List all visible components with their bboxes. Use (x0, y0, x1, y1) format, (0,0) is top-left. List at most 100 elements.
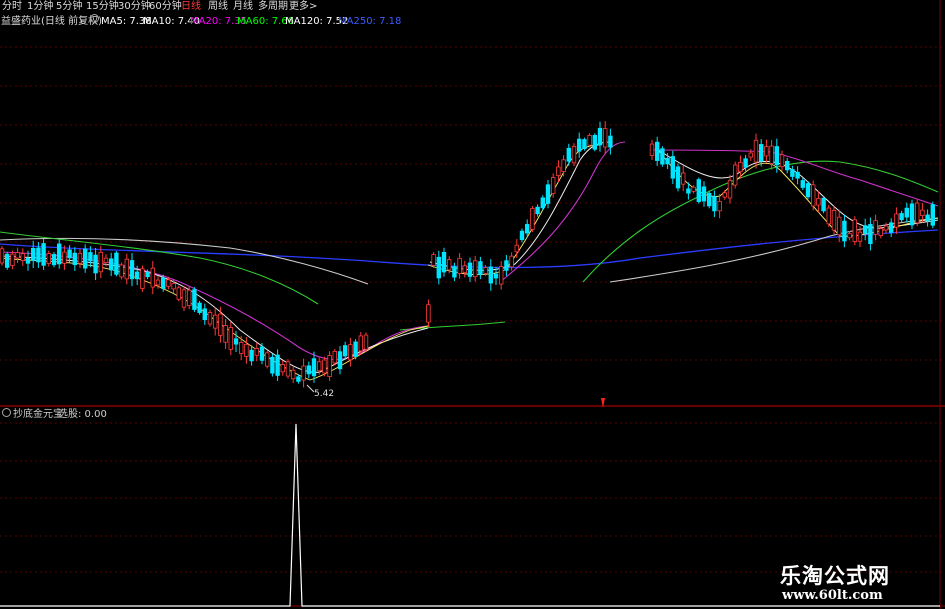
candle-body (530, 208, 535, 230)
candle-body (134, 271, 140, 280)
candle-body (551, 177, 556, 194)
candle-body (504, 260, 509, 271)
candle-body (899, 213, 904, 221)
candle-body (238, 342, 244, 354)
candle-body (176, 287, 181, 300)
candle-body (327, 355, 332, 377)
candle-body (764, 146, 769, 157)
candle-body (753, 139, 759, 163)
candle-body (878, 228, 883, 236)
candle-body (915, 202, 920, 224)
candle-body (186, 289, 192, 307)
candle-body (270, 356, 275, 374)
candle-body (285, 361, 291, 377)
candle-body (223, 325, 228, 343)
candle-body (883, 225, 889, 231)
candle-body (696, 179, 701, 202)
candle-body (493, 273, 499, 279)
candle-body (30, 248, 36, 261)
candle-body (863, 225, 868, 234)
candle-body (254, 348, 259, 356)
candle-body (446, 259, 452, 271)
candle-body (826, 207, 831, 225)
candle-body (51, 254, 57, 266)
candle-body (160, 277, 166, 289)
candle-body (348, 344, 353, 361)
candle-body (67, 249, 72, 259)
candle-body (743, 158, 748, 168)
candle-body (748, 152, 753, 158)
candle-body (280, 364, 285, 373)
candle-body (857, 231, 863, 242)
candle-body (436, 256, 441, 279)
candle-body (519, 230, 525, 241)
candle-body (342, 345, 348, 357)
candle-body (795, 171, 800, 179)
candle-body (249, 349, 254, 362)
candle-body (722, 192, 727, 198)
chart-canvas: 5.42 (0, 0, 945, 609)
candle-body (457, 257, 462, 274)
candle-body (873, 220, 878, 235)
candle-body (467, 262, 473, 277)
candle-body (582, 139, 587, 150)
candle-body (166, 279, 171, 287)
candle-body (20, 253, 25, 261)
candle-body (597, 127, 603, 146)
candle-body (36, 247, 41, 263)
candle-body (800, 180, 805, 188)
candle-body (426, 304, 431, 323)
watermark-title: 乐淘公式网 (780, 563, 890, 588)
candle-body (472, 260, 478, 278)
candle-body (83, 248, 88, 269)
main-grid (0, 46, 945, 361)
candle-body (665, 157, 670, 165)
candle-body (889, 222, 894, 233)
candle-body (821, 197, 826, 212)
candle-body (675, 166, 681, 189)
candle-body (233, 338, 239, 345)
candle-body (264, 352, 270, 367)
candle-body (608, 135, 613, 148)
candle-body (847, 233, 852, 239)
candle-body (192, 289, 197, 310)
candle-body (603, 128, 608, 148)
candle-body (577, 138, 582, 152)
low-marker-line (306, 384, 315, 393)
candle-body (306, 365, 311, 375)
candle-body (93, 254, 98, 274)
candle-body (566, 147, 571, 162)
candle-body (779, 154, 785, 168)
candle-body (5, 253, 10, 268)
candle-body (545, 184, 551, 204)
candle-body (514, 244, 519, 253)
candle-body (15, 252, 20, 259)
candle-body (727, 179, 733, 199)
candle-body (592, 134, 597, 150)
candle-body (660, 148, 665, 165)
candle-body (509, 255, 514, 268)
candle-body (733, 164, 738, 186)
candle-body (587, 135, 592, 146)
candle-body (540, 197, 545, 209)
candle-body (311, 358, 317, 377)
candle-body (212, 314, 218, 329)
candle-body (441, 252, 447, 273)
candle-body (811, 184, 816, 207)
candle-body (462, 265, 467, 273)
candle-body (62, 251, 67, 264)
candle-body (868, 224, 873, 245)
candle-body (571, 145, 577, 164)
indicator-value: 选股: 0.00 (58, 409, 107, 420)
candle-body (816, 197, 821, 206)
candle-body (842, 220, 847, 242)
candle-body (275, 354, 280, 376)
candle-body (301, 365, 306, 381)
candle-body (837, 216, 842, 236)
candlesticks (0, 121, 935, 388)
watermark-url: www.60lt.com (782, 588, 883, 603)
candle-body (655, 141, 660, 161)
candle-body (769, 145, 774, 164)
candle-body (431, 254, 436, 266)
candle-body (498, 266, 504, 285)
